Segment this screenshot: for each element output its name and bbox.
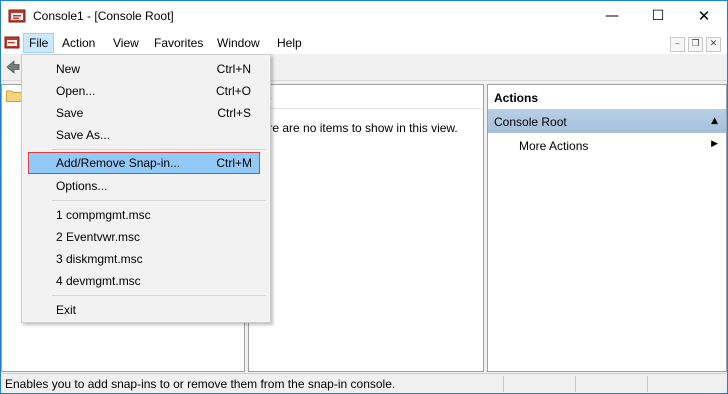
menu-item-label: 2 Eventvwr.msc <box>56 230 141 244</box>
actions-header: Actions <box>494 91 539 105</box>
menu-item-label: 4 devmgmt.msc <box>56 274 141 288</box>
actions-section-console-root[interactable]: Console Root ▲ <box>488 109 726 133</box>
back-arrow-icon[interactable] <box>5 59 21 75</box>
mmc-app-icon <box>8 9 26 23</box>
menu-item-shortcut: Ctrl+M <box>216 156 252 170</box>
menu-bar: File Action View Favorites Window Help –… <box>1 32 727 54</box>
menu-item-recent-4[interactable]: 4 devmgmt.msc <box>24 270 268 292</box>
menu-item-shortcut: Ctrl+S <box>217 106 251 120</box>
actions-pane: Actions Console Root ▲ More Actions ▶ <box>487 84 727 372</box>
menu-item-recent-2[interactable]: 2 Eventvwr.msc <box>24 226 268 248</box>
menu-item-label: 1 compmgmt.msc <box>56 208 151 222</box>
mdi-restore-button[interactable]: ❐ <box>688 37 703 52</box>
menu-item-label: Options... <box>56 179 108 193</box>
menu-item-label: Exit <box>56 303 77 317</box>
status-bar: Enables you to add snap-ins to or remove… <box>1 373 727 393</box>
status-divider <box>647 376 648 392</box>
menu-favorites[interactable]: Favorites <box>148 33 209 53</box>
menu-item-shortcut: Ctrl+O <box>215 84 251 98</box>
file-menu-dropdown: New Ctrl+N Open... Ctrl+O Save Ctrl+S Sa… <box>21 54 271 323</box>
menu-item-add-remove-snap-in[interactable]: Add/Remove Snap-in... Ctrl+M <box>28 152 260 174</box>
folder-icon[interactable] <box>6 89 22 102</box>
results-pane[interactable]: me here are no items to show in this vie… <box>248 84 484 372</box>
status-divider <box>575 376 576 392</box>
menu-file[interactable]: File <box>23 33 55 53</box>
mdi-controls: – ❐ ✕ <box>667 35 721 52</box>
name-column-header[interactable]: me <box>249 85 483 109</box>
menu-item-save[interactable]: Save Ctrl+S <box>24 102 268 124</box>
menu-view[interactable]: View <box>107 33 145 53</box>
menu-item-label: Open... <box>56 84 96 98</box>
submenu-arrow-icon: ▶ <box>711 139 718 149</box>
actions-section-label: Console Root <box>494 115 567 129</box>
menu-item-new[interactable]: New Ctrl+N <box>24 58 268 80</box>
close-button[interactable]: ✕ <box>681 1 727 32</box>
menu-action[interactable]: Action <box>56 33 101 53</box>
more-actions-item[interactable]: More Actions ▶ <box>488 134 726 156</box>
minimize-button[interactable]: — <box>589 1 635 32</box>
console-window: Console1 - [Console Root] — ☐ ✕ File Act… <box>0 0 728 394</box>
menu-separator <box>52 149 266 150</box>
maximize-button[interactable]: ☐ <box>635 1 681 32</box>
empty-view-message: here are no items to show in this view. <box>255 121 458 135</box>
menu-item-save-as[interactable]: Save As... <box>24 124 268 146</box>
menu-separator <box>52 200 266 201</box>
menu-help[interactable]: Help <box>271 33 308 53</box>
menu-item-label: Save As... <box>56 128 111 142</box>
menu-item-exit[interactable]: Exit <box>24 299 268 321</box>
title-bar: Console1 - [Console Root] — ☐ ✕ <box>1 1 727 32</box>
menu-item-options[interactable]: Options... <box>24 175 268 197</box>
mdi-minimize-button[interactable]: – <box>670 37 685 52</box>
console-menu-icon[interactable] <box>4 35 20 51</box>
menu-item-label: 3 diskmgmt.msc <box>56 252 143 266</box>
menu-item-label: Save <box>56 106 84 120</box>
status-text: Enables you to add snap-ins to or remove… <box>5 377 396 391</box>
mdi-close-button[interactable]: ✕ <box>706 37 721 52</box>
more-actions-label: More Actions <box>519 139 589 153</box>
menu-item-recent-3[interactable]: 3 diskmgmt.msc <box>24 248 268 270</box>
menu-item-open[interactable]: Open... Ctrl+O <box>24 80 268 102</box>
menu-item-label: Add/Remove Snap-in... <box>56 156 181 170</box>
menu-item-label: New <box>56 62 81 76</box>
menu-separator <box>52 295 266 296</box>
menu-item-shortcut: Ctrl+N <box>216 62 251 76</box>
window-title: Console1 - [Console Root] <box>33 9 174 23</box>
menu-item-recent-1[interactable]: 1 compmgmt.msc <box>24 204 268 226</box>
menu-window[interactable]: Window <box>211 33 266 53</box>
collapse-arrow-icon[interactable]: ▲ <box>711 116 718 126</box>
status-divider <box>503 376 504 392</box>
